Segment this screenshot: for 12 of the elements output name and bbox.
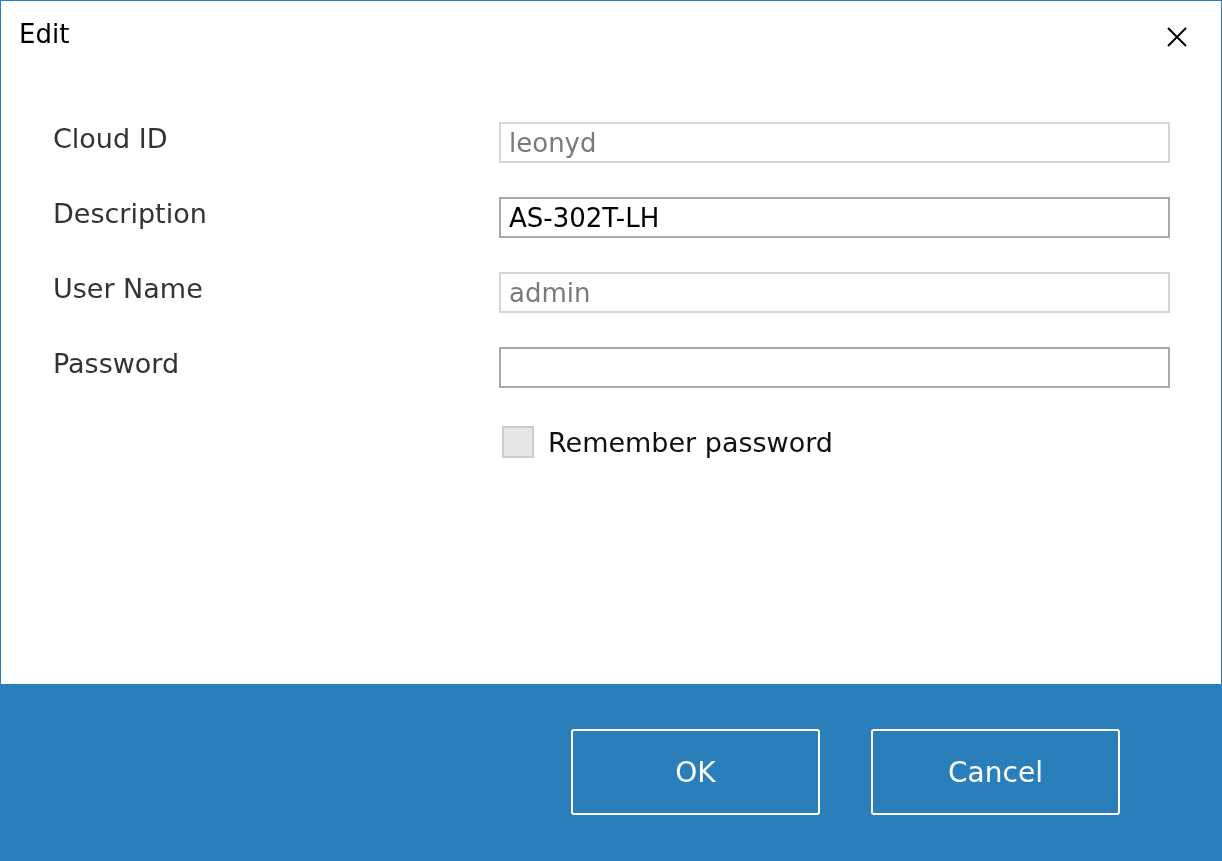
input-field[interactable] <box>499 347 1170 388</box>
input-field[interactable]: AS-302T-LH <box>499 197 1170 238</box>
field-label: Password <box>53 347 181 379</box>
ok-button[interactable]: OK <box>571 729 820 815</box>
checkbox-label: Remember password <box>548 426 833 458</box>
window-title: Edit <box>19 19 70 49</box>
field-label: Description <box>53 197 208 229</box>
checkbox[interactable] <box>502 426 534 458</box>
cancel-button[interactable]: Cancel <box>871 729 1120 815</box>
field-label: Cloud ID <box>53 122 169 154</box>
close-button[interactable] <box>1165 25 1189 49</box>
field-label: User Name <box>53 272 204 304</box>
